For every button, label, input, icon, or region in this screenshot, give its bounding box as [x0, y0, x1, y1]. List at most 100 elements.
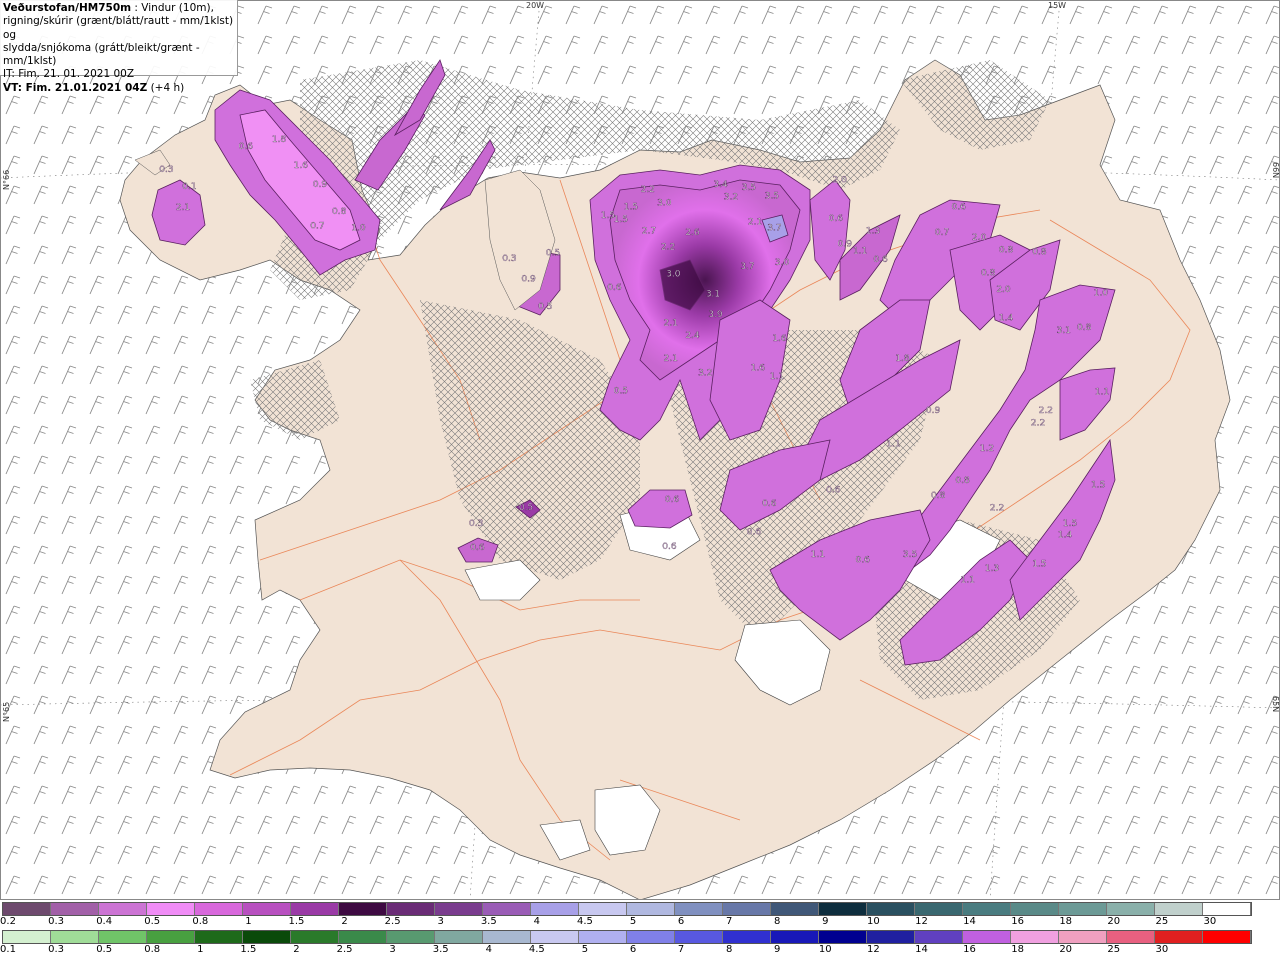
precip-value-label: 1.3 [866, 226, 880, 236]
precip-value-label: 2.2 [1031, 418, 1045, 428]
coord-label-66n-left: N°66 [2, 169, 11, 190]
precip-value-label: 0.5 [614, 387, 628, 397]
legend-swatch [1203, 931, 1251, 943]
legend-swatch [291, 903, 339, 915]
precip-value-label: 0.6 [470, 543, 485, 553]
legend-swatch [1155, 903, 1203, 915]
product-description: : Vindur (10m), [131, 2, 214, 14]
legend-swatch [339, 931, 387, 943]
legend-tick-label: 9 [774, 944, 781, 955]
precip-value-label: 0.9 [313, 180, 328, 190]
legend-tick-label: 4 [485, 944, 492, 955]
precip-value-label: 1.4 [999, 314, 1014, 324]
legend-swatch [1011, 931, 1059, 943]
legend-tick-label: 25 [1107, 944, 1121, 955]
coord-label-15w: 15W [1048, 1, 1067, 10]
precip-value-label: 0.8 [332, 207, 347, 217]
precip-value-label: 0.8 [1077, 323, 1092, 333]
precip-value-label: 2.2 [1039, 406, 1053, 416]
legend-swatch [963, 931, 1011, 943]
coord-label-65n-left: N°65 [2, 701, 11, 722]
legend-swatch [1107, 931, 1155, 943]
precip-value-label: 0.5 [546, 248, 560, 258]
legend-tick-label: 0.3 [48, 944, 65, 955]
precip-value-label: 1.5 [624, 202, 638, 212]
precip-value-label: 1.3 [985, 564, 999, 574]
legend-swatch [99, 903, 147, 915]
legend-swatch [771, 931, 819, 943]
legend-swatch [627, 903, 675, 915]
legend-swatch [819, 931, 867, 943]
precip-value-label: 3.1 [1057, 326, 1071, 336]
precip-value-label: 0.8 [981, 269, 996, 279]
legend-swatch [483, 903, 531, 915]
legend-tick-label: 12 [867, 944, 880, 955]
precip-value-label: 1.5 [1091, 481, 1105, 491]
precip-value-label: 0.8 [999, 246, 1014, 256]
legend-swatch [627, 931, 675, 943]
legend-tick-label: 0.5 [144, 916, 161, 927]
legend-swatch [3, 931, 51, 943]
legend-swatch [723, 931, 771, 943]
precip-value-label: 0.6 [829, 214, 844, 224]
precip-value-label: 1.0 [351, 223, 366, 233]
legend-rain-labels: 0.1 0.3 0.5 0.8 1 1.5 2 2.5 3 3.5 4 4.5 5 6 7 8 9 10 12 14 1… [0, 944, 1280, 958]
precip-value-label: 1.6 [772, 334, 787, 344]
precip-value-label: 1.0 [1094, 289, 1109, 299]
legend-swatch [531, 903, 579, 915]
precip-value-label: 2.1 [664, 354, 678, 364]
precip-value-label: 0.6 [665, 495, 680, 505]
precip-value-label: 0.1 [182, 182, 196, 192]
precip-value-label: 1.1 [1095, 388, 1109, 398]
legend-tick-label: 2.5 [336, 944, 353, 955]
precip-value-label: 0.6 [239, 142, 254, 152]
legend-tick-label: 1 [245, 916, 252, 927]
precip-value-label: 1.6 [751, 364, 766, 374]
legend-swatch [195, 931, 243, 943]
legend-swatch [1059, 931, 1107, 943]
precip-value-label: 2.1 [748, 218, 762, 228]
legend-swatch [867, 903, 915, 915]
product-description-line2: rigning/skúrir (grænt/blátt/rautt - mm/1… [3, 15, 234, 41]
legend-swatch [915, 903, 963, 915]
precip-value-label: 2.2 [641, 185, 655, 195]
map-info-box: Veðurstofan/HM750m : Vindur (10m), rigni… [0, 0, 238, 94]
legend-tick-label: 1.5 [288, 916, 305, 927]
legend-tick-label: 5 [629, 916, 637, 927]
precip-value-label: 0.6 [952, 202, 967, 212]
precip-value-label: 2.7 [642, 226, 656, 236]
legend-tick-label: 20 [1059, 944, 1073, 955]
precip-value-label: 3.2 [724, 193, 738, 203]
legend-swatch [819, 903, 867, 915]
precip-value-label: 3.0 [657, 198, 672, 208]
precip-value-label: 2.2 [990, 504, 1004, 514]
legend-swatch [1107, 903, 1155, 915]
precip-value-label: 0.3 [159, 165, 173, 175]
legend-tick-label: 6 [629, 944, 637, 955]
legend-tick-label: 4 [533, 916, 541, 927]
legend-swatch [483, 931, 531, 943]
legend-swatch [387, 903, 435, 915]
precip-value-label: 1.1 [811, 550, 825, 560]
legend-tick-label: 9 [822, 916, 829, 927]
precip-value-label: 0.6 [856, 556, 871, 566]
legend-tick-label: 4.5 [528, 944, 545, 955]
legend-tick-label: 14 [963, 916, 976, 927]
precip-value-label: 1.5 [1032, 559, 1046, 569]
legend-tick-label: 8 [774, 916, 781, 927]
precip-value-label: 1.6 [294, 161, 309, 171]
weather-map[interactable]: 2.1 0.6 1.8 1.6 0.9 0.8 0.7 1.0 0.3 0.1 0.3 0.9 0.5 0… [0, 0, 1280, 900]
legend-tick-label: 2.5 [384, 916, 401, 927]
legend-tick-label: 18 [1059, 916, 1073, 927]
legend-tick-label: 3 [389, 944, 396, 955]
precip-value-label: 2.1 [664, 318, 678, 328]
legend-tick-label: 12 [915, 916, 928, 927]
legend-tick-label: 0.2 [0, 916, 16, 927]
precip-value-label: 1.2 [980, 444, 994, 454]
legend-snow-colorbar [2, 902, 1252, 916]
precip-value-label: 0.6 [747, 528, 762, 538]
precip-value-label: 3.9 [708, 310, 723, 320]
legend-tick-label: 10 [867, 916, 880, 927]
precip-value-label: 2.2 [661, 243, 675, 253]
legend-tick-label: 14 [915, 944, 928, 955]
